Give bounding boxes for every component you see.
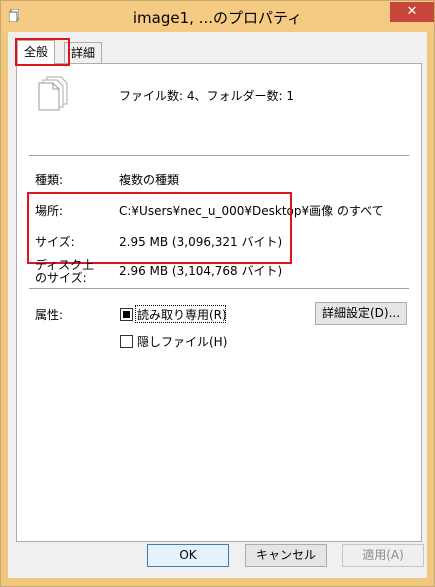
type-label: 種類: [35, 173, 64, 187]
separator [29, 155, 409, 156]
general-tab-panel: ファイル数: 4、フォルダー数: 1 種類: 複数の種類 場所: C:¥User… [16, 63, 422, 542]
title-bar[interactable]: image1, ...のプロパティ ✕ [1, 1, 434, 33]
dialog-client-area: 全般 詳細 ファイル数: 4、フォルダー数: 1 種類: 複数の種類 場所: C… [8, 32, 427, 578]
readonly-checkbox[interactable] [120, 308, 133, 321]
separator [29, 288, 409, 289]
readonly-label[interactable]: 読み取り専用(R) [137, 306, 227, 323]
indeterminate-mark [123, 311, 130, 318]
file-count-text: ファイル数: 4、フォルダー数: 1 [119, 89, 294, 103]
ok-button[interactable]: OK [147, 544, 229, 567]
close-button[interactable]: ✕ [390, 2, 434, 22]
apply-button[interactable]: 適用(A) [342, 544, 424, 567]
hidden-checkbox[interactable] [120, 335, 133, 348]
hidden-label[interactable]: 隠しファイル(H) [137, 333, 227, 350]
tab-highlight-annotation [15, 38, 70, 66]
size-value: 2.95 MB (3,096,321 バイト) [119, 235, 283, 249]
properties-window: image1, ...のプロパティ ✕ 全般 詳細 ファイル数: 4、フォルダー… [0, 0, 435, 587]
cancel-button[interactable]: キャンセル [245, 544, 327, 567]
disk-size-label: ディスク上 のサイズ: [35, 259, 94, 285]
size-label: サイズ: [35, 235, 75, 249]
disk-size-value: 2.96 MB (3,104,768 バイト) [119, 264, 283, 278]
size-highlight-annotation [27, 192, 292, 264]
type-value: 複数の種類 [119, 173, 180, 187]
disk-size-label-line2: のサイズ: [35, 271, 87, 285]
advanced-settings-button[interactable]: 詳細設定(D)... [315, 302, 407, 325]
multiple-files-icon [38, 76, 68, 111]
attributes-label: 属性: [35, 308, 64, 322]
window-title: image1, ...のプロパティ [132, 9, 303, 27]
